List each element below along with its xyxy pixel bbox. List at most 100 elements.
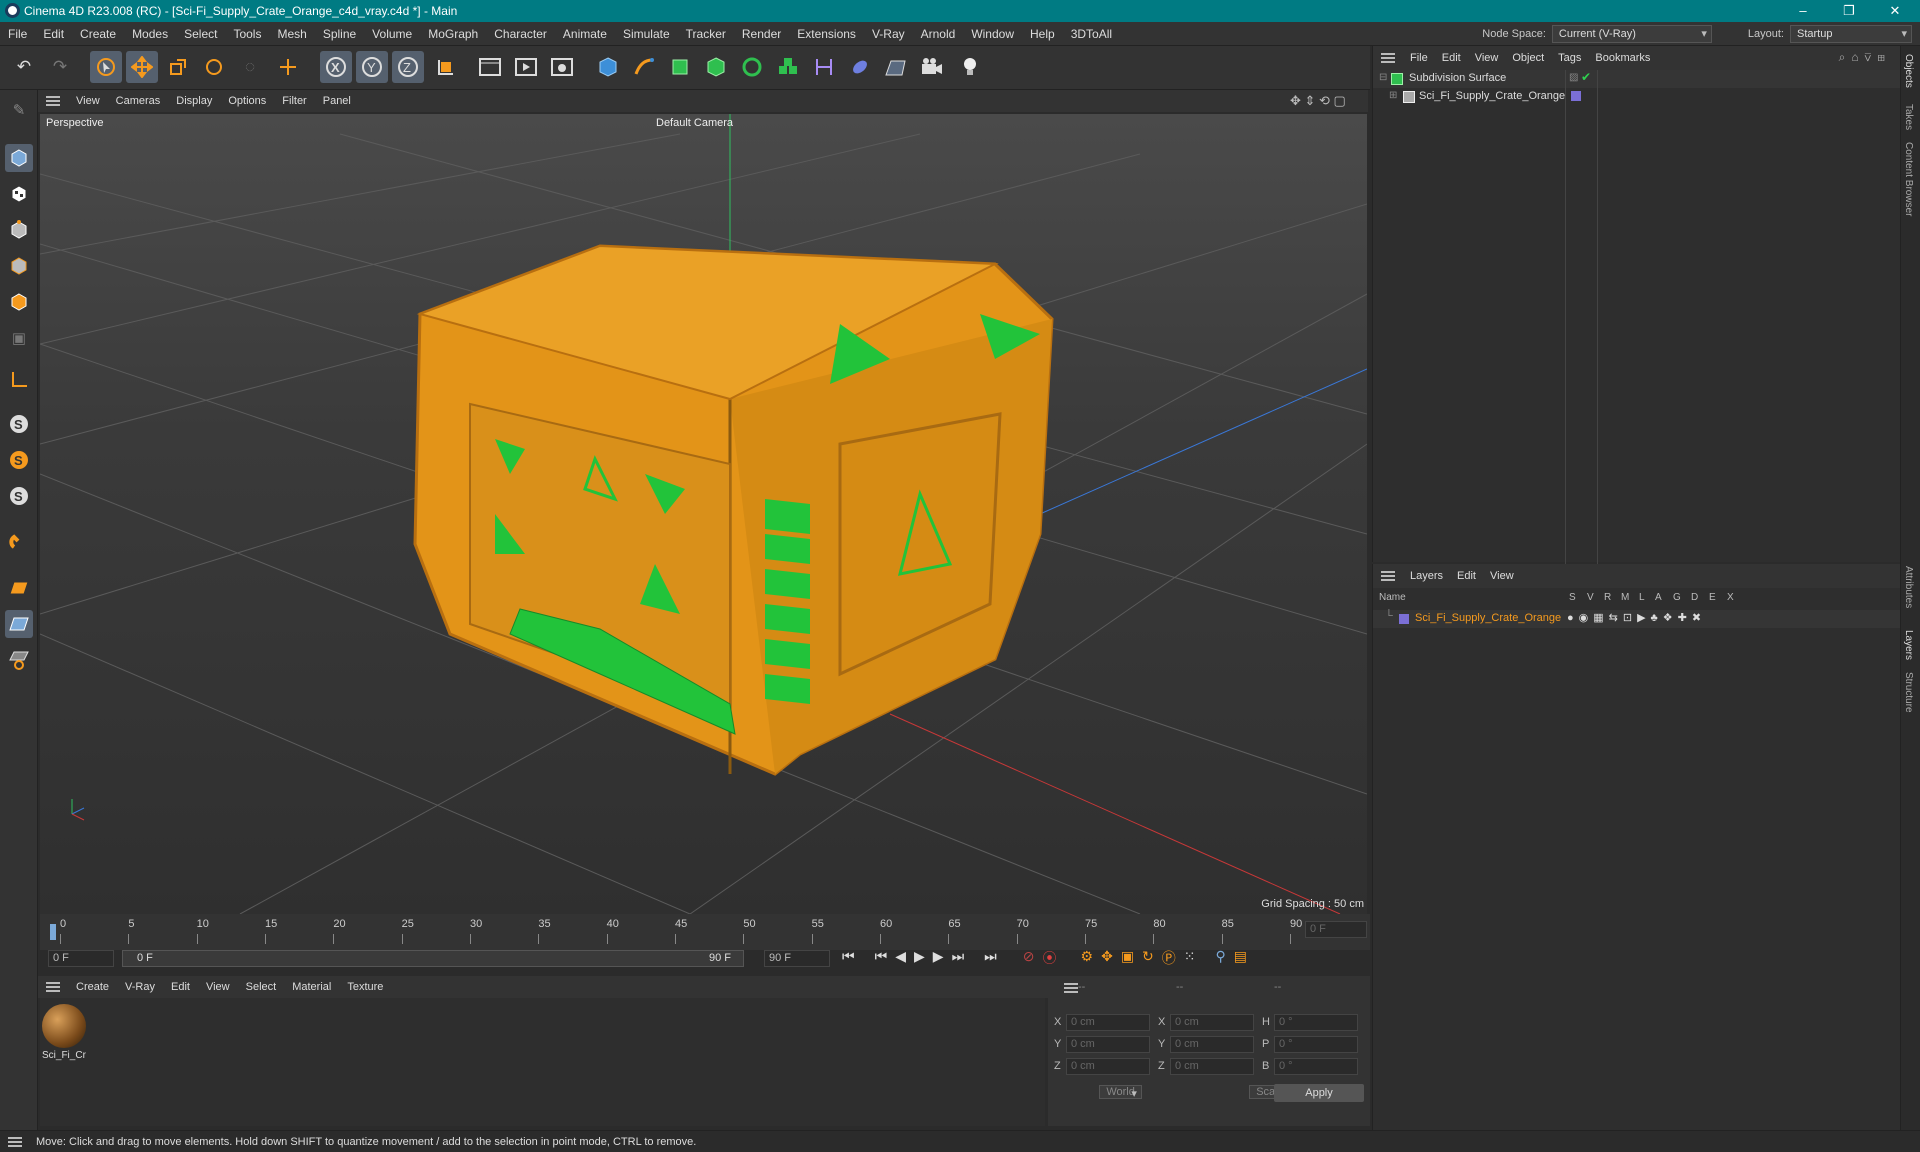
key-parameter-icon[interactable]: Ⓟ xyxy=(1162,948,1176,968)
layer-color-swatch[interactable] xyxy=(1399,614,1409,624)
subdivision-surface-icon[interactable] xyxy=(664,51,696,83)
object-menu-bookmarks[interactable]: Bookmarks xyxy=(1588,52,1657,64)
undo-icon[interactable]: ↶ xyxy=(8,51,40,83)
coordinate-system-dropdown[interactable]: World xyxy=(1099,1085,1142,1099)
status-menu-icon[interactable] xyxy=(8,1136,22,1147)
grid-plane-icon[interactable] xyxy=(5,574,33,602)
array-cloner-icon[interactable] xyxy=(736,51,768,83)
menu-render[interactable]: Render xyxy=(734,27,789,41)
render-settings-icon[interactable] xyxy=(546,51,578,83)
next-frame-icon[interactable]: ▶ xyxy=(933,948,944,968)
menu-select[interactable]: Select xyxy=(176,27,225,41)
close-button[interactable]: ✕ xyxy=(1872,0,1918,22)
grid-display-icon[interactable] xyxy=(5,610,33,638)
tab-content-browser[interactable]: Content Browser xyxy=(1903,142,1914,216)
scale-tool-icon[interactable] xyxy=(162,51,194,83)
material-menu-select[interactable]: Select xyxy=(238,981,285,993)
layout-dropdown[interactable]: Startup xyxy=(1790,25,1912,43)
object-menu-view[interactable]: View xyxy=(1468,52,1506,64)
enabled-check-icon[interactable]: ✔ xyxy=(1581,70,1591,84)
object-mode-icon[interactable] xyxy=(5,144,33,172)
menu-spline[interactable]: Spline xyxy=(315,27,364,41)
layer-menu-icon[interactable] xyxy=(1381,571,1395,581)
minimize-button[interactable]: – xyxy=(1780,0,1826,22)
tab-attributes[interactable]: Attributes xyxy=(1903,566,1914,608)
tab-takes[interactable]: Takes xyxy=(1903,104,1914,130)
camera-name[interactable]: Default Camera xyxy=(656,117,733,129)
menu-file[interactable]: File xyxy=(0,27,35,41)
pos-x-field[interactable]: 0 cm xyxy=(1066,1014,1150,1031)
select-pointer-icon[interactable] xyxy=(90,51,122,83)
object-search-filter-icons[interactable]: ⌕⌂⊽⊞ xyxy=(1839,50,1891,65)
layer-menu-layers[interactable]: Layers xyxy=(1403,570,1450,582)
size-y-field[interactable]: 0 cm xyxy=(1170,1036,1254,1053)
pen-spline-icon[interactable] xyxy=(628,51,660,83)
viewport-menu-filter[interactable]: Filter xyxy=(274,95,314,107)
menu-animate[interactable]: Animate xyxy=(555,27,615,41)
edges-mode-icon[interactable] xyxy=(5,252,33,280)
layer-menu-edit[interactable]: Edit xyxy=(1450,570,1483,582)
timeline-ruler[interactable]: 0 5 10 15 20 25 30 35 40 45 50 55 60 65 70 75 80 85 90 xyxy=(40,914,1370,950)
previous-key-icon[interactable]: ⏮ xyxy=(875,948,888,968)
recent-tool-icon[interactable]: ◌ xyxy=(234,51,266,83)
menu-mesh[interactable]: Mesh xyxy=(269,27,314,41)
expand-toggle-icon[interactable]: ⊞ xyxy=(1389,90,1397,101)
start-frame-field[interactable]: 0 F xyxy=(48,950,114,967)
size-x-field[interactable]: 0 cm xyxy=(1170,1014,1254,1031)
menu-vray[interactable]: V-Ray xyxy=(864,27,913,41)
menu-tools[interactable]: Tools xyxy=(225,27,269,41)
play-icon[interactable]: ▶ xyxy=(914,948,925,968)
menu-window[interactable]: Window xyxy=(963,27,1022,41)
snap-icon[interactable]: S xyxy=(5,410,33,438)
workplane-icon[interactable] xyxy=(5,366,33,394)
go-to-start-icon[interactable]: ⏮ xyxy=(842,948,855,968)
texture-mode-icon[interactable] xyxy=(5,180,33,208)
playhead-marker[interactable] xyxy=(50,924,56,940)
viewport-menu-cameras[interactable]: Cameras xyxy=(108,95,169,107)
redo-icon[interactable]: ↷ xyxy=(44,51,76,83)
material-menu-edit[interactable]: Edit xyxy=(163,981,198,993)
material-name[interactable]: Sci_Fi_Cr xyxy=(42,1050,86,1061)
quantize-icon[interactable]: S xyxy=(5,482,33,510)
object-name[interactable]: Sci_Fi_Supply_Crate_Orange xyxy=(1419,90,1565,102)
key-scale-icon[interactable]: ▣ xyxy=(1121,948,1134,968)
snap-settings-icon[interactable]: S xyxy=(5,446,33,474)
viewport-navigate-icons[interactable]: ✥ ⇕ ⟲ ▢ xyxy=(1290,93,1346,109)
record-keys-icon[interactable]: ⊘ xyxy=(1023,948,1035,968)
tab-layers[interactable]: Layers xyxy=(1903,630,1914,660)
layer-toggle-icons[interactable]: ●◉▦⇆⊡▶♣❖✚✖ xyxy=(1567,611,1706,624)
next-key-icon[interactable]: ⏭ xyxy=(952,948,965,968)
key-pla-icon[interactable]: ⁙ xyxy=(1184,948,1196,968)
pos-z-field[interactable]: 0 cm xyxy=(1066,1058,1150,1075)
camera-icon[interactable] xyxy=(916,51,948,83)
x-axis-lock-icon[interactable]: X xyxy=(320,51,352,83)
edit-toggle-icon[interactable]: ▨ xyxy=(1569,72,1578,83)
end-frame-field[interactable]: 90 F xyxy=(764,950,830,967)
layer-color-swatch[interactable] xyxy=(1571,91,1581,101)
expand-toggle-icon[interactable]: ⊟ xyxy=(1379,72,1387,83)
material-menu-create[interactable]: Create xyxy=(68,981,117,993)
rot-h-field[interactable]: 0 ° xyxy=(1274,1014,1358,1031)
magnet-icon[interactable] xyxy=(5,528,33,556)
menu-3dtoall[interactable]: 3DToAll xyxy=(1063,27,1120,41)
layer-name[interactable]: Sci_Fi_Supply_Crate_Orange xyxy=(1415,612,1561,624)
keyframe-selection-icon[interactable]: ⚙ xyxy=(1081,948,1094,968)
key-position-icon[interactable]: ✥ xyxy=(1101,948,1113,968)
menu-simulate[interactable]: Simulate xyxy=(615,27,678,41)
current-frame-field[interactable]: 0 F xyxy=(1305,921,1367,938)
rotate-tool-icon[interactable] xyxy=(198,51,230,83)
viewport-menu-display[interactable]: Display xyxy=(168,95,220,107)
axis-lock-icon[interactable] xyxy=(5,646,33,674)
pos-y-field[interactable]: 0 cm xyxy=(1066,1036,1150,1053)
node-space-dropdown[interactable]: Current (V-Ray) xyxy=(1551,25,1712,43)
menu-mograph[interactable]: MoGraph xyxy=(420,27,486,41)
extrude-generator-icon[interactable] xyxy=(700,51,732,83)
object-row[interactable]: ⊟ Subdivision Surface ▨ ✔ xyxy=(1373,70,1901,586)
viewport-menu-view[interactable]: View xyxy=(68,95,108,107)
material-menu-view[interactable]: View xyxy=(198,981,238,993)
mograph-cloner-icon[interactable] xyxy=(772,51,804,83)
frame-range-slider[interactable]: 0 F 90 F xyxy=(122,950,744,967)
apply-button[interactable]: Apply xyxy=(1274,1084,1364,1102)
go-to-end-icon[interactable]: ⏭ xyxy=(984,948,997,968)
coordinate-system-icon[interactable] xyxy=(430,51,462,83)
